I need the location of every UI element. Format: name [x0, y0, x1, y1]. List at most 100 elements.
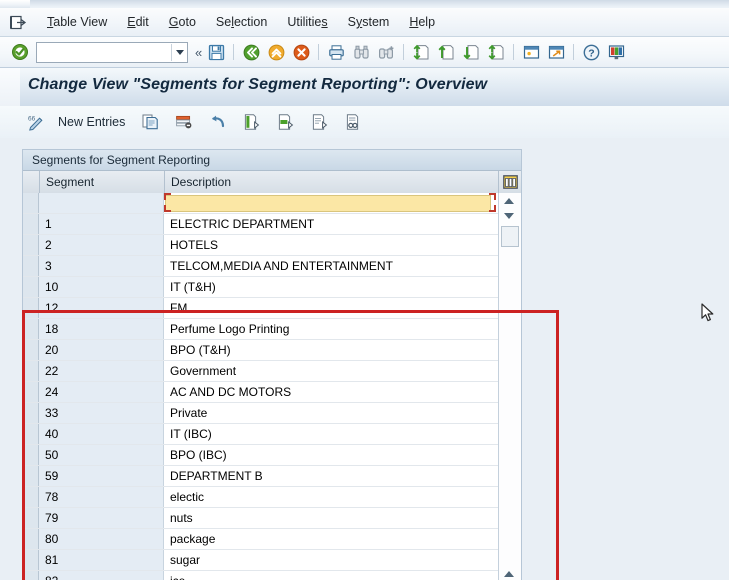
cell-description[interactable]: IT (T&H)	[164, 277, 498, 297]
row-selector[interactable]	[23, 571, 39, 580]
cell-segment[interactable]: 40	[39, 424, 164, 444]
row-selector[interactable]	[23, 487, 39, 507]
table-row[interactable]: 50 BPO (IBC)	[23, 445, 499, 466]
table-row[interactable]: 18 Perfume Logo Printing	[23, 319, 499, 340]
command-field[interactable]	[36, 41, 188, 63]
create-session-button[interactable]	[519, 40, 543, 64]
exit-button[interactable]	[264, 40, 288, 64]
command-input[interactable]	[37, 44, 171, 60]
table-row[interactable]: 20 BPO (T&H)	[23, 340, 499, 361]
scroll-up-button[interactable]	[499, 193, 519, 208]
table-input-row[interactable]	[23, 193, 499, 214]
print-button[interactable]	[324, 40, 348, 64]
select-block-button[interactable]	[270, 109, 302, 135]
cell-segment[interactable]: 24	[39, 382, 164, 402]
save-button[interactable]	[204, 40, 228, 64]
cell-description[interactable]: HOTELS	[164, 235, 498, 255]
system-menu-icon[interactable]	[10, 15, 27, 30]
first-page-button[interactable]	[409, 40, 433, 64]
new-entries-button[interactable]: New Entries	[54, 115, 132, 129]
create-shortcut-button[interactable]	[544, 40, 568, 64]
row-selector[interactable]	[23, 319, 39, 339]
table-row[interactable]: 33 Private	[23, 403, 499, 424]
select-all-button[interactable]	[236, 109, 268, 135]
cell-description[interactable]: nuts	[164, 508, 498, 528]
cell-description[interactable]: electic	[164, 487, 498, 507]
scroll-down-button[interactable]	[499, 208, 519, 223]
row-selector[interactable]	[23, 256, 39, 276]
previous-page-button[interactable]	[434, 40, 458, 64]
cell-segment[interactable]: 80	[39, 529, 164, 549]
find-next-button[interactable]	[374, 40, 398, 64]
cell-description[interactable]: IT (IBC)	[164, 424, 498, 444]
cell-segment[interactable]: 50	[39, 445, 164, 465]
row-selector[interactable]	[23, 382, 39, 402]
cell-segment[interactable]: 18	[39, 319, 164, 339]
back-button[interactable]	[239, 40, 263, 64]
cell-segment[interactable]: 81	[39, 550, 164, 570]
table-row[interactable]: 2 HOTELS	[23, 235, 499, 256]
cell-segment[interactable]: 33	[39, 403, 164, 423]
find-button[interactable]	[349, 40, 373, 64]
row-selector[interactable]	[23, 445, 39, 465]
table-row[interactable]: 82ice	[23, 571, 499, 580]
row-selector[interactable]	[23, 277, 39, 297]
cell-segment[interactable]: 12	[39, 298, 164, 318]
cell-description[interactable]: BPO (T&H)	[164, 340, 498, 360]
cell-description[interactable]: AC AND DC MOTORS	[164, 382, 498, 402]
cell-description[interactable]: BPO (IBC)	[164, 445, 498, 465]
row-selector[interactable]	[23, 214, 39, 234]
input-cell-segment[interactable]	[39, 193, 164, 213]
cell-segment[interactable]: 1	[39, 214, 164, 234]
cell-segment[interactable]: 59	[39, 466, 164, 486]
table-row[interactable]: 79 nuts	[23, 508, 499, 529]
scroll-track[interactable]	[499, 244, 520, 565]
menu-system[interactable]: System	[338, 13, 400, 31]
cell-description[interactable]: package	[164, 529, 498, 549]
cell-segment[interactable]: 2	[39, 235, 164, 255]
scroll-bottom-up-button[interactable]	[499, 566, 519, 580]
table-row[interactable]: 24 AC AND DC MOTORS	[23, 382, 499, 403]
cell-segment[interactable]: 3	[39, 256, 164, 276]
cancel-button[interactable]	[289, 40, 313, 64]
description-input-field[interactable]	[165, 194, 491, 212]
table-row[interactable]: 22 Government	[23, 361, 499, 382]
column-header-segment[interactable]: Segment	[40, 171, 165, 193]
cell-description[interactable]: Perfume Logo Printing	[164, 319, 498, 339]
row-selector[interactable]	[23, 361, 39, 381]
row-selector[interactable]	[23, 403, 39, 423]
cell-segment[interactable]: 79	[39, 508, 164, 528]
enter-button[interactable]	[8, 40, 32, 64]
table-row[interactable]: 59 DEPARTMENT B	[23, 466, 499, 487]
menu-selection[interactable]: Selection	[206, 13, 277, 31]
customize-layout-button[interactable]	[604, 40, 628, 64]
table-row[interactable]: 10 IT (T&H)	[23, 277, 499, 298]
table-row[interactable]: 3 TELCOM,MEDIA AND ENTERTAINMENT	[23, 256, 499, 277]
cell-description[interactable]: TELCOM,MEDIA AND ENTERTAINMENT	[164, 256, 498, 276]
deselect-all-button[interactable]	[304, 109, 336, 135]
cell-segment[interactable]: 20	[39, 340, 164, 360]
undo-button[interactable]	[202, 109, 234, 135]
column-header-description[interactable]: Description	[165, 171, 499, 193]
command-field-dropdown[interactable]	[171, 43, 187, 61]
row-selector[interactable]	[23, 424, 39, 444]
cell-description[interactable]: Government	[164, 361, 498, 381]
table-row[interactable]: 81 sugar	[23, 550, 499, 571]
cell-description[interactable]: Private	[164, 403, 498, 423]
cell-segment[interactable]: 22	[39, 361, 164, 381]
cell-description[interactable]: sugar	[164, 550, 498, 570]
menu-table-view[interactable]: Table View	[37, 13, 117, 31]
delete-button[interactable]	[168, 109, 200, 135]
row-selector[interactable]	[23, 298, 39, 318]
cell-segment[interactable]: 78	[39, 487, 164, 507]
cell-description[interactable]: DEPARTMENT B	[164, 466, 498, 486]
input-cell-description[interactable]	[164, 193, 498, 213]
cell-description[interactable]: FM	[164, 298, 498, 318]
row-selector[interactable]	[23, 550, 39, 570]
help-button[interactable]: ?	[579, 40, 603, 64]
row-selector[interactable]	[23, 340, 39, 360]
table-vertical-scrollbar[interactable]	[498, 193, 521, 580]
row-selector[interactable]	[23, 235, 39, 255]
row-selector[interactable]	[23, 466, 39, 486]
copy-as-button[interactable]	[134, 109, 166, 135]
